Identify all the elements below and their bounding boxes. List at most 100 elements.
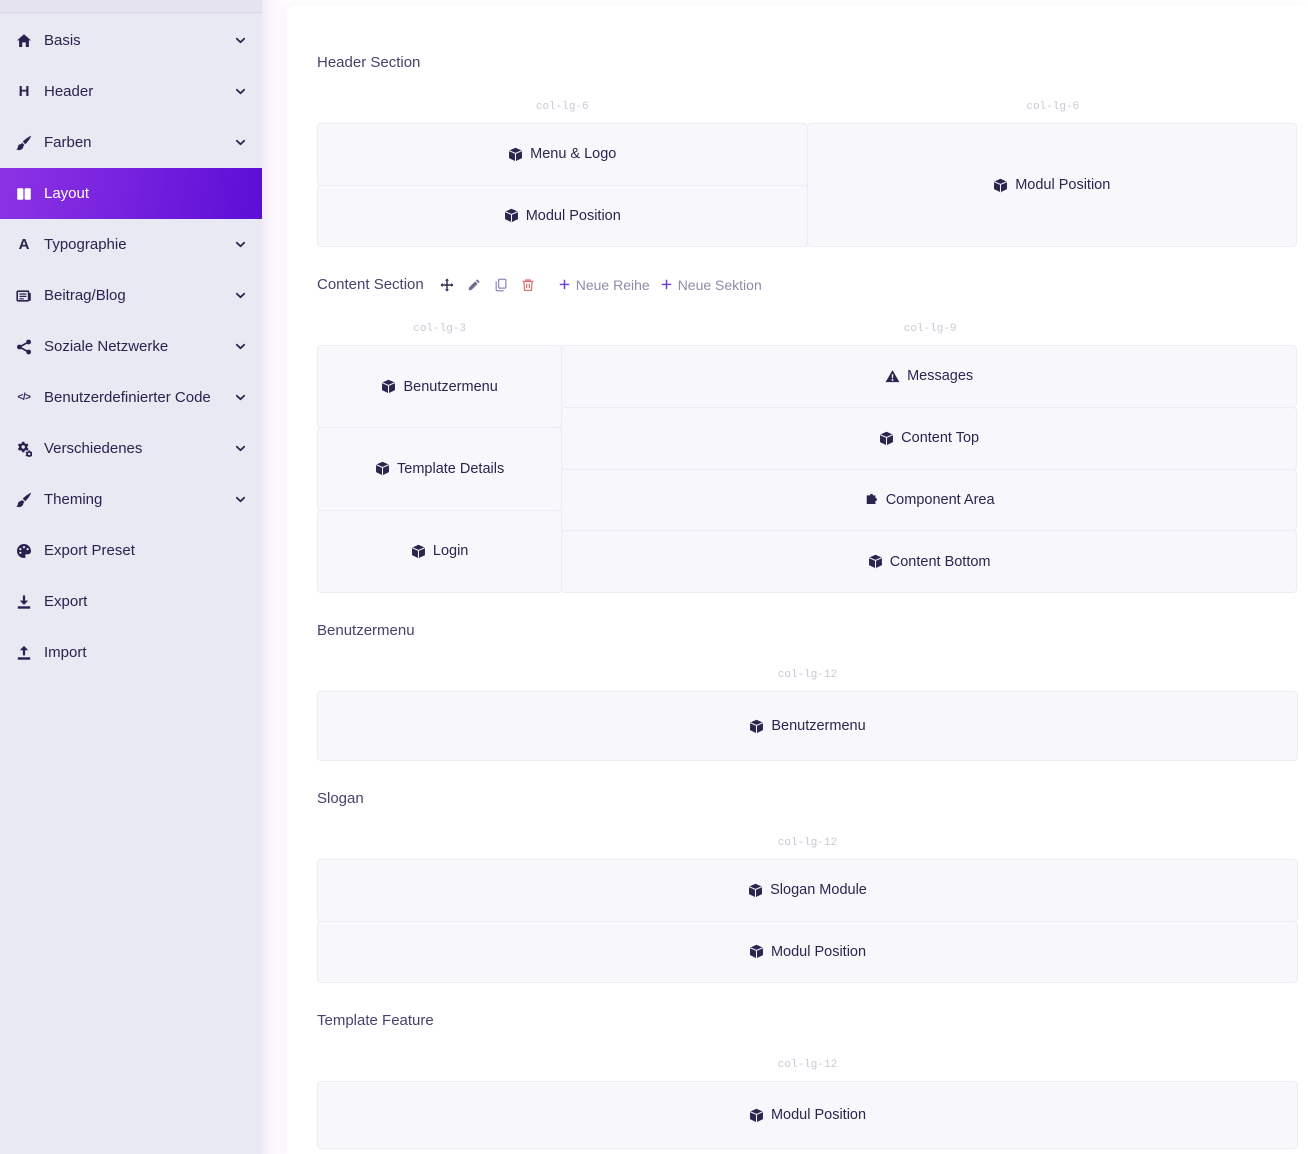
cube-icon	[749, 1108, 764, 1123]
module-label: Modul Position	[526, 208, 621, 224]
new-section-button[interactable]: Neue Sektion	[660, 277, 762, 293]
module-slogan-module[interactable]: Slogan Module	[317, 859, 1298, 922]
layout-row: Modul Position	[317, 1081, 1298, 1149]
plus-icon	[660, 278, 673, 291]
module-label: Content Bottom	[890, 554, 991, 570]
layout-row: Benutzermenu	[317, 691, 1298, 761]
header-letter-icon: H	[13, 83, 35, 101]
module-benutzermenu[interactable]: Benutzermenu	[317, 345, 562, 428]
new-row-button[interactable]: Neue Reihe	[558, 277, 650, 293]
section-title: Template Feature	[317, 1012, 434, 1029]
sidebar-item-soziale-netzwerke[interactable]: Soziale Netzwerke	[0, 321, 262, 372]
sidebar-item-label: Benutzerdefinierter Code	[44, 389, 234, 406]
layout-column: Modul Position	[317, 1081, 1298, 1149]
module-modul-position[interactable]: Modul Position	[317, 921, 1298, 984]
cube-icon	[749, 719, 764, 734]
sidebar: Basis H Header Farben Layout A Typograph…	[0, 0, 262, 1154]
module-label: Template Details	[397, 461, 504, 477]
layout-row: Slogan Module Modul Position	[317, 859, 1298, 983]
paintbrush-icon	[13, 134, 35, 152]
module-label: Content Top	[901, 430, 979, 446]
plus-icon	[558, 278, 571, 291]
section-title: Slogan	[317, 790, 364, 807]
module-modul-position[interactable]: Modul Position	[317, 1081, 1298, 1149]
col-size-label: col-lg-12	[317, 837, 1298, 849]
puzzle-icon	[864, 492, 879, 507]
layout-column: Modul Position	[807, 123, 1298, 247]
sidebar-item-label: Theming	[44, 491, 234, 508]
module-label: Modul Position	[1015, 177, 1110, 193]
sidebar-item-import[interactable]: Import	[0, 627, 262, 678]
sidebar-item-export[interactable]: Export	[0, 576, 262, 627]
new-row-label: Neue Reihe	[576, 277, 650, 293]
chevron-down-icon	[234, 340, 247, 353]
sidebar-top-strip	[0, 0, 262, 13]
download-icon	[13, 593, 35, 611]
sidebar-item-label: Typographie	[44, 236, 234, 253]
edit-icon[interactable]	[467, 278, 481, 292]
sidebar-item-typographie[interactable]: A Typographie	[0, 219, 262, 270]
newspaper-icon	[13, 287, 35, 305]
section-benutzermenu: Benutzermenu col-lg-12 Benutzermenu	[317, 622, 1298, 761]
cube-icon	[868, 554, 883, 569]
delete-icon[interactable]	[521, 278, 535, 292]
module-label: Modul Position	[771, 944, 866, 960]
module-menu-logo[interactable]: Menu & Logo	[317, 123, 808, 186]
chevron-down-icon	[234, 391, 247, 404]
cube-icon	[411, 544, 426, 559]
chevron-down-icon	[234, 34, 247, 47]
sidebar-item-theming[interactable]: Theming	[0, 474, 262, 525]
section-title: Header Section	[317, 54, 420, 71]
layout-column: Messages Content Top Component Area	[561, 345, 1297, 593]
module-messages[interactable]: Messages	[561, 345, 1297, 408]
warning-icon	[885, 369, 900, 384]
layout-row: Menu & Logo Modul Position Modul Positio…	[317, 123, 1298, 247]
sidebar-item-label: Export	[44, 593, 247, 610]
home-icon	[13, 32, 35, 50]
section-header-section: Header Section col-lg-6 col-lg-6 Menu & …	[317, 54, 1298, 247]
sidebar-item-label: Farben	[44, 134, 234, 151]
typography-letter-icon: A	[13, 236, 35, 254]
sidebar-item-label: Beitrag/Blog	[44, 287, 234, 304]
section-slogan: Slogan col-lg-12 Slogan Module Modul Pos…	[317, 790, 1298, 983]
layout-column: Slogan Module Modul Position	[317, 859, 1298, 983]
module-modul-position[interactable]: Modul Position	[317, 185, 808, 248]
cube-icon	[749, 944, 764, 959]
palette-icon	[13, 542, 35, 560]
move-icon[interactable]	[440, 278, 454, 292]
sidebar-item-layout[interactable]: Layout	[0, 168, 262, 219]
module-benutzermenu[interactable]: Benutzermenu	[317, 691, 1298, 761]
app-window: Basis H Header Farben Layout A Typograph…	[0, 0, 1308, 1154]
layout-column: Benutzermenu Template Details Login	[317, 345, 562, 593]
sidebar-item-label: Soziale Netzwerke	[44, 338, 234, 355]
module-modul-position[interactable]: Modul Position	[807, 123, 1298, 247]
code-icon: </>	[13, 389, 35, 407]
module-label: Modul Position	[771, 1107, 866, 1123]
sidebar-item-verschiedenes[interactable]: Verschiedenes	[0, 423, 262, 474]
sidebar-item-beitrag-blog[interactable]: Beitrag/Blog	[0, 270, 262, 321]
chevron-down-icon	[234, 442, 247, 455]
chevron-down-icon	[234, 85, 247, 98]
module-template-details[interactable]: Template Details	[317, 427, 562, 510]
module-component-area[interactable]: Component Area	[561, 469, 1297, 532]
sidebar-item-basis[interactable]: Basis	[0, 15, 262, 66]
copy-icon[interactable]	[494, 278, 508, 292]
sidebar-item-farben[interactable]: Farben	[0, 117, 262, 168]
chevron-down-icon	[234, 238, 247, 251]
sidebar-item-benutzerdefinierter-code[interactable]: </> Benutzerdefinierter Code	[0, 372, 262, 423]
col-size-label: col-lg-6	[808, 101, 1299, 113]
section-title: Benutzermenu	[317, 622, 415, 639]
sidebar-item-label: Verschiedenes	[44, 440, 234, 457]
module-login[interactable]: Login	[317, 510, 562, 593]
chevron-down-icon	[234, 493, 247, 506]
sidebar-nav: Basis H Header Farben Layout A Typograph…	[0, 13, 262, 678]
sidebar-item-export-preset[interactable]: Export Preset	[0, 525, 262, 576]
section-content-section: Content Section Neue Reihe Neue Sektion	[317, 276, 1298, 593]
module-content-top[interactable]: Content Top	[561, 407, 1297, 470]
col-size-label: col-lg-12	[317, 669, 1298, 681]
sidebar-item-label: Import	[44, 644, 247, 661]
share-icon	[13, 338, 35, 356]
brush-icon	[13, 491, 35, 509]
sidebar-item-header[interactable]: H Header	[0, 66, 262, 117]
module-content-bottom[interactable]: Content Bottom	[561, 530, 1297, 593]
